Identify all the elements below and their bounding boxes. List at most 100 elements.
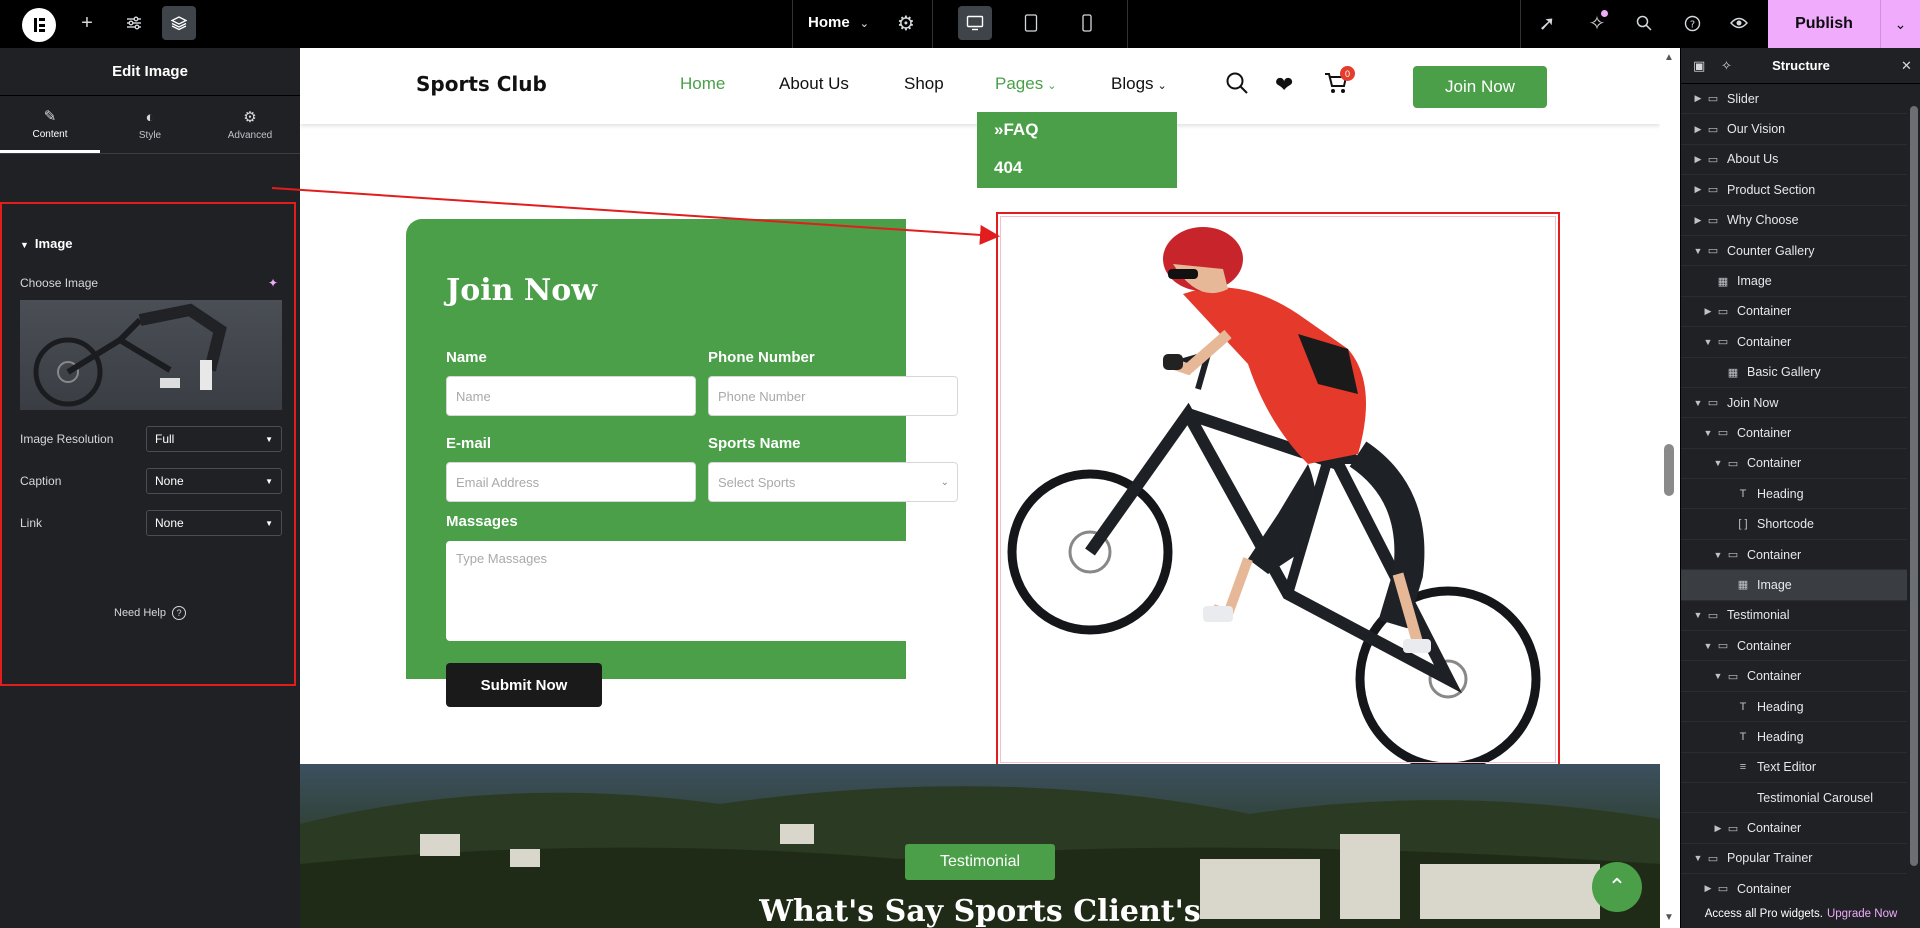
name-input[interactable]: Name <box>446 376 696 416</box>
tab-style[interactable]: ◐ Style <box>100 96 200 153</box>
caption-select[interactable]: None ▼ <box>146 468 282 494</box>
structure-item[interactable]: ▦ Image <box>1681 266 1907 297</box>
caret-down-icon[interactable]: ▼ <box>1701 428 1715 438</box>
tablet-view-icon[interactable] <box>1014 6 1048 40</box>
upgrade-now-link[interactable]: Upgrade Now <box>1827 908 1897 920</box>
structure-item[interactable]: ▼ ▭ Container <box>1681 540 1907 571</box>
structure-item[interactable]: ▦ Image <box>1681 570 1907 601</box>
mobile-view-icon[interactable] <box>1070 6 1104 40</box>
structure-item[interactable]: ▼ ▭ Container <box>1681 327 1907 358</box>
caret-down-icon[interactable]: ▼ <box>1711 458 1725 468</box>
structure-item[interactable]: T Heading <box>1681 692 1907 723</box>
nav-blogs[interactable]: Blogs ⌄ <box>1111 74 1167 94</box>
ai-sparkle-icon[interactable]: ✦ <box>268 276 278 290</box>
caret-right-icon[interactable]: ▶ <box>1691 154 1705 165</box>
container-icon: ▭ <box>1727 670 1739 683</box>
heart-icon[interactable]: ❤ <box>1275 72 1293 98</box>
page-settings-gear-icon[interactable]: ⚙ <box>889 6 923 40</box>
close-icon[interactable]: ✕ <box>1901 58 1912 74</box>
publish-options-chevron-icon[interactable]: ⌄ <box>1880 0 1920 48</box>
structure-item[interactable]: ▼ ▭ Testimonial <box>1681 601 1907 632</box>
structure-item-label: Container <box>1747 669 1802 684</box>
structure-item[interactable]: ▼ ▭ Popular Trainer <box>1681 844 1907 875</box>
desktop-view-icon[interactable] <box>958 6 992 40</box>
structure-item[interactable]: ▼ ▭ Counter Gallery <box>1681 236 1907 267</box>
message-textarea[interactable]: Type Massages <box>446 541 964 641</box>
structure-item[interactable]: T Heading <box>1681 479 1907 510</box>
structure-item[interactable]: ▼ ▭ Container <box>1681 449 1907 480</box>
layers-icon[interactable] <box>162 6 196 40</box>
caret-right-icon[interactable]: ▶ <box>1711 823 1725 834</box>
structure-item[interactable]: ▶ ▭ Slider <box>1681 84 1907 115</box>
structure-item[interactable]: ▦ Basic Gallery <box>1681 358 1907 388</box>
structure-item[interactable]: [ ] Shortcode <box>1681 509 1907 540</box>
need-help-link[interactable]: Need Help? <box>2 606 298 620</box>
elementor-logo-icon[interactable] <box>22 8 56 42</box>
link-select[interactable]: None ▼ <box>146 510 282 536</box>
canvas-scroll-thumb[interactable] <box>1664 444 1674 496</box>
structure-item[interactable]: ▶ ▭ Why Choose <box>1681 206 1907 236</box>
caret-right-icon[interactable]: ▶ <box>1691 184 1705 195</box>
dropdown-item-faq[interactable]: »FAQ <box>994 120 1038 140</box>
structure-item[interactable]: ▶ ▭ Container <box>1681 813 1907 844</box>
structure-item[interactable]: Testimonial Carousel <box>1681 783 1907 814</box>
search-icon[interactable] <box>1627 6 1661 40</box>
dropdown-item-404[interactable]: 404 <box>994 158 1022 178</box>
structure-item[interactable]: ▶ ▭ Product Section <box>1681 175 1907 206</box>
caret-down-icon[interactable]: ▼ <box>1691 246 1705 256</box>
scroll-up-arrow-icon[interactable]: ▲ <box>1664 52 1674 63</box>
caret-right-icon[interactable]: ▶ <box>1701 883 1715 894</box>
whats-new-icon[interactable]: ✧ <box>1580 6 1614 40</box>
add-element-icon[interactable]: + <box>70 6 104 40</box>
structure-item[interactable]: ▼ ▭ Container <box>1681 631 1907 662</box>
tab-content[interactable]: ✎ Content <box>0 96 100 153</box>
rocket-icon[interactable]: ➚ <box>1530 6 1564 40</box>
structure-item[interactable]: ▶ ▭ Container <box>1681 297 1907 328</box>
page-selector[interactable]: Home ⌄ <box>808 14 869 31</box>
structure-item[interactable]: ▶ ▭ Our Vision <box>1681 114 1907 145</box>
help-icon[interactable]: ? <box>1675 6 1709 40</box>
caret-right-icon[interactable]: ▶ <box>1701 306 1715 317</box>
nav-pages[interactable]: Pages ⌄ <box>995 74 1056 94</box>
caret-right-icon[interactable]: ▶ <box>1691 124 1705 135</box>
canvas-scrollbar[interactable]: ▲ ▼ <box>1660 48 1680 928</box>
scroll-down-arrow-icon[interactable]: ▼ <box>1664 912 1674 923</box>
search-icon[interactable] <box>1226 72 1248 100</box>
email-input[interactable]: Email Address <box>446 462 696 502</box>
caret-down-icon[interactable]: ▼ <box>1711 550 1725 560</box>
join-now-header-button[interactable]: Join Now <box>1413 66 1547 108</box>
caret-right-icon[interactable]: ▶ <box>1691 215 1705 226</box>
structure-item[interactable]: ▼ ▭ Container <box>1681 418 1907 449</box>
nav-home[interactable]: Home <box>680 74 725 94</box>
back-to-top-double-chevron-icon[interactable]: ⌃ <box>1592 862 1642 912</box>
settings-sliders-icon[interactable] <box>117 6 151 40</box>
preview-eye-icon[interactable] <box>1722 6 1756 40</box>
structure-item[interactable]: T Heading <box>1681 722 1907 753</box>
structure-item[interactable]: ≡ Text Editor <box>1681 753 1907 783</box>
selected-image-widget[interactable] <box>996 212 1560 767</box>
image-preview-thumbnail[interactable] <box>20 300 282 410</box>
structure-item[interactable]: ▼ ▭ Join Now <box>1681 388 1907 419</box>
caret-down-icon[interactable]: ▼ <box>1701 337 1715 347</box>
nav-shop[interactable]: Shop <box>904 74 944 94</box>
tab-advanced[interactable]: ⚙ Advanced <box>200 96 300 153</box>
image-resolution-select[interactable]: Full ▼ <box>146 426 282 452</box>
caret-down-icon[interactable]: ▼ <box>1711 671 1725 681</box>
sports-select[interactable]: Select Sports ⌄ <box>708 462 958 502</box>
submit-now-button[interactable]: Submit Now <box>446 663 602 707</box>
caret-down-icon[interactable]: ▼ <box>1691 398 1705 408</box>
site-logo[interactable]: Sports Club <box>416 72 547 96</box>
publish-button[interactable]: Publish <box>1768 0 1880 48</box>
structure-scrollbar[interactable] <box>1907 84 1920 884</box>
structure-item[interactable]: ▶ ▭ About Us <box>1681 145 1907 176</box>
caret-down-icon[interactable]: ▼ <box>1701 641 1715 651</box>
caret-down-icon[interactable]: ▼ <box>1691 610 1705 620</box>
image-section-toggle[interactable]: ▼ Image <box>20 236 73 251</box>
structure-item[interactable]: ▼ ▭ Container <box>1681 661 1907 692</box>
caret-right-icon[interactable]: ▶ <box>1691 93 1705 104</box>
phone-input[interactable]: Phone Number <box>708 376 958 416</box>
caret-down-icon[interactable]: ▼ <box>1691 853 1705 863</box>
nav-about-us[interactable]: About Us <box>779 74 849 94</box>
structure-scroll-thumb[interactable] <box>1910 106 1918 866</box>
form-title: Join Now <box>446 273 598 308</box>
